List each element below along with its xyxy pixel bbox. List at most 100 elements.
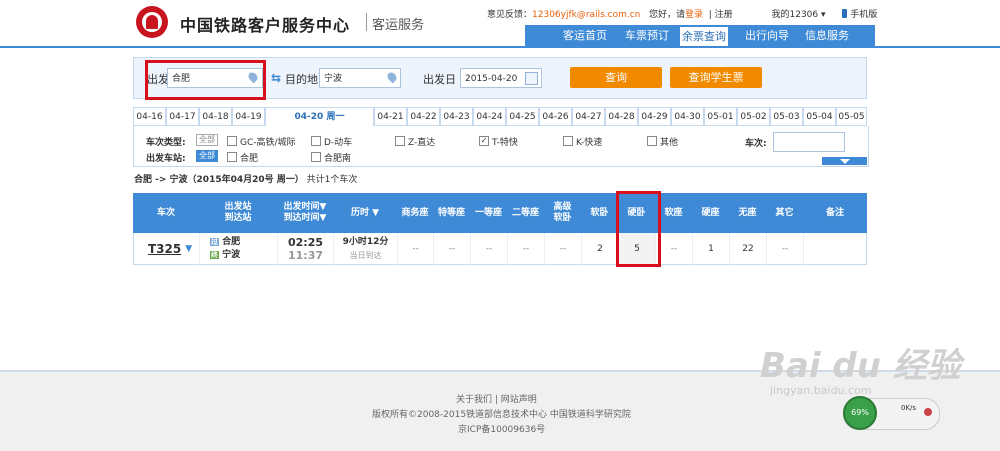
t-checkbox-checked[interactable]: ✓ (479, 136, 489, 146)
train-type-all-toggle[interactable]: 全部 (196, 134, 218, 146)
chevron-down-icon: ▾ (821, 10, 826, 20)
seat-deluxe-soft-sleeper: -- (545, 233, 582, 265)
to-label: 目的地 (285, 73, 318, 86)
col-hard-seat: 硬座 (701, 207, 720, 218)
col-train[interactable]: 车次 (133, 193, 199, 233)
station-hefeinan-label: 合肥南 (324, 154, 352, 164)
col-duration[interactable]: 历时 ▼ (333, 193, 397, 233)
seat-soft-sleeper[interactable]: 2 (582, 233, 619, 265)
date-tab[interactable]: 04-27 (572, 107, 605, 126)
times-cell: 02:25 11:37 (278, 233, 334, 265)
nav-home[interactable]: 客运首页 (563, 25, 607, 47)
site-subtitle: 客运服务 (372, 18, 425, 33)
footer-links[interactable]: 关于我们 | 网站声明 (456, 392, 537, 405)
station-label: 出发车站: (146, 154, 186, 164)
date-tab[interactable]: 04-23 (440, 107, 473, 126)
end-badge: 终 (210, 251, 219, 259)
date-tab[interactable]: 04-30 (671, 107, 704, 126)
station-hefei-label: 合肥 (240, 154, 259, 164)
chevron-down-icon[interactable]: ▼ (185, 244, 192, 254)
gc-checkbox[interactable] (227, 136, 237, 146)
depart-time: 02:25 (287, 236, 323, 249)
login-link[interactable]: 登录 (685, 10, 703, 20)
date-tab[interactable]: 04-26 (539, 107, 572, 126)
mobile-version-link[interactable]: 手机版 (850, 10, 877, 20)
z-label: Z-直达 (408, 138, 436, 148)
register-link[interactable]: 注册 (715, 10, 733, 20)
date-tab[interactable]: 04-21 (374, 107, 407, 126)
calendar-icon[interactable] (525, 72, 538, 85)
seat-hard-seat[interactable]: 1 (693, 233, 730, 265)
d-label: D-动车 (324, 138, 353, 148)
seat-business: -- (398, 233, 434, 265)
date-tab[interactable]: 04-28 (605, 107, 638, 126)
col-times[interactable]: 出发时间▼ 到达时间▼ (277, 193, 333, 233)
arrive-time: 11:37 (287, 249, 323, 262)
speed-percent-badge: 69% (843, 396, 877, 430)
seat-special: -- (434, 233, 471, 265)
z-checkbox[interactable] (395, 136, 405, 146)
arrival-note: 当日到达 (349, 251, 382, 260)
train-number-input[interactable] (773, 132, 845, 152)
from-station: 合肥 (222, 237, 241, 247)
d-checkbox[interactable] (311, 136, 321, 146)
train-type-label: 车次类型: (146, 138, 186, 148)
query-button[interactable]: 查询 (570, 67, 662, 88)
highlight-box (145, 60, 266, 100)
duration: 9小时12分 (342, 237, 389, 247)
date-tab[interactable]: 04-25 (506, 107, 539, 126)
feedback-label: 意见反馈： (487, 10, 533, 20)
other-checkbox[interactable] (647, 136, 657, 146)
mobile-icon (842, 9, 848, 18)
gc-label: GC-高铁/城际 (240, 138, 296, 148)
date-tab[interactable]: 04-29 (638, 107, 671, 126)
k-checkbox[interactable] (563, 136, 573, 146)
seat-no-seat[interactable]: 22 (730, 233, 767, 265)
main-nav: 客运首页 车票预订 余票查询 出行向导 信息服务 (525, 25, 875, 47)
student-query-button[interactable]: 查询学生票 (670, 67, 762, 88)
nav-guide[interactable]: 出行向导 (745, 25, 789, 47)
k-label: K-快速 (576, 138, 603, 148)
feedback-email-link[interactable]: 12306yjfk@rails.com.cn (532, 10, 640, 20)
date-tab[interactable]: 04-19 (232, 107, 265, 126)
date-tab[interactable]: 04-18 (199, 107, 232, 126)
date-tab[interactable]: 04-24 (473, 107, 506, 126)
station-all-toggle[interactable]: 全部 (196, 150, 218, 162)
date-tab[interactable]: 04-16 (133, 107, 166, 126)
train-number-link[interactable]: T325 (148, 242, 181, 256)
date-tab[interactable]: 05-04 (803, 107, 836, 126)
date-tab[interactable]: 04-22 (407, 107, 440, 126)
remarks-cell (804, 233, 866, 265)
col-remarks: 备注 (825, 207, 844, 218)
col-business: 商务座 (401, 207, 429, 218)
nav-info[interactable]: 信息服务 (805, 25, 849, 47)
seat-second: -- (508, 233, 545, 265)
my12306-link[interactable]: 我的12306 (772, 10, 819, 20)
other-label: 其他 (660, 138, 679, 148)
col-deluxe-soft-sleeper: 高级 软卧 (553, 202, 572, 223)
date-tab[interactable]: 05-05 (836, 107, 867, 126)
date-tab[interactable]: 05-03 (770, 107, 803, 126)
date-tab-selected[interactable]: 04-20 周一 (265, 107, 374, 127)
route-summary: 合肥 -> 宁波（2015年04月20号 周一） (134, 175, 304, 185)
nav-booking[interactable]: 车票预订 (625, 25, 669, 47)
date-tab[interactable]: 05-02 (737, 107, 770, 126)
expand-filters-toggle[interactable] (822, 157, 867, 165)
train-no-label: 车次: (745, 139, 767, 149)
result-count: 共计1个车次 (306, 175, 358, 185)
swap-icon[interactable]: ⇆ (271, 71, 281, 85)
col-second: 二等座 (511, 207, 539, 218)
status-dot-icon (924, 408, 932, 416)
station-hefei-checkbox[interactable] (227, 152, 237, 162)
nav-ticket-query[interactable]: 余票查询 (680, 27, 728, 47)
date-tab[interactable]: 05-01 (704, 107, 737, 126)
date-label: 出发日 (423, 73, 456, 86)
t-label: T-特快 (492, 138, 518, 148)
stations-cell: 过 合肥 终 宁波 (200, 233, 278, 265)
filter-panel: 车次类型: 全部 GC-高铁/城际 D-动车 Z-直达 ✓ T-特快 K-快速 … (133, 126, 869, 167)
chevron-down-icon (840, 159, 850, 164)
results-table-header: 车次 出发站 到达站 出发时间▼ 到达时间▼ 历时 ▼ 商务座 特等座 一等座 … (133, 193, 867, 233)
station-hefeinan-checkbox[interactable] (311, 152, 321, 162)
date-tab[interactable]: 04-17 (166, 107, 199, 126)
site-title: 中国铁路客户服务中心 (180, 16, 351, 35)
